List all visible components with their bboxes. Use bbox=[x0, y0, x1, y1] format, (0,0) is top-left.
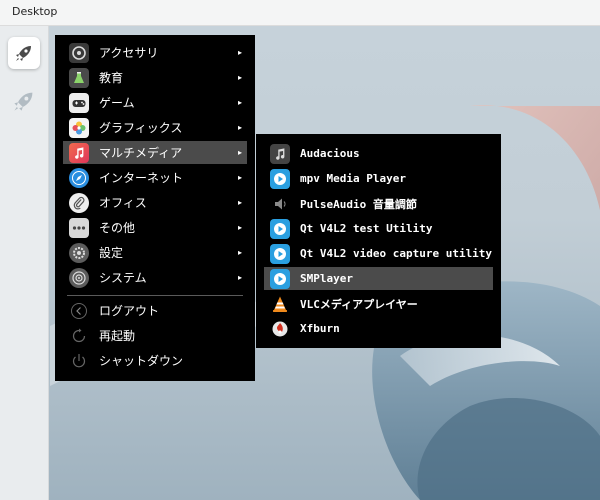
submenu-arrow-icon: ▸ bbox=[237, 148, 242, 157]
submenu-item-label: mpv Media Player bbox=[300, 172, 406, 185]
submenu-arrow-icon: ▸ bbox=[237, 273, 242, 282]
music-icon bbox=[69, 142, 89, 163]
submenu-item-vlc[interactable]: VLCメディアプレイヤー bbox=[264, 292, 493, 315]
submenu-item-label: VLCメディアプレイヤー bbox=[300, 297, 418, 311]
submenu-arrow-icon: ▸ bbox=[237, 98, 242, 107]
rocket-launcher-icon bbox=[16, 46, 31, 61]
accessories-icon bbox=[69, 42, 89, 63]
menu-item-label: マルチメディア bbox=[99, 146, 183, 160]
submenu-item-mpv[interactable]: mpv Media Player bbox=[264, 167, 493, 190]
speaker-icon bbox=[270, 194, 290, 214]
menu-item-multimedia[interactable]: マルチメディア ▸ bbox=[63, 141, 247, 164]
submenu-arrow-icon: ▸ bbox=[237, 73, 242, 82]
submenu-arrow-icon: ▸ bbox=[237, 48, 242, 57]
menu-item-label: システム bbox=[99, 271, 147, 285]
panel-title: Desktop bbox=[12, 5, 58, 18]
more-icon bbox=[69, 217, 89, 238]
play-icon bbox=[270, 268, 290, 289]
menu-item-shutdown[interactable]: シャットダウン bbox=[63, 349, 247, 372]
menu-item-label: 教育 bbox=[99, 71, 124, 85]
menu-item-office[interactable]: オフィス ▸ bbox=[63, 191, 247, 214]
submenu-arrow-icon: ▸ bbox=[237, 173, 242, 182]
compass-icon bbox=[69, 167, 89, 188]
dock-rocket[interactable] bbox=[8, 85, 40, 117]
menu-item-logout[interactable]: ログアウト bbox=[63, 299, 247, 322]
play-icon bbox=[270, 218, 290, 239]
menu-item-label: グラフィックス bbox=[99, 121, 183, 135]
submenu-item-label: Audacious bbox=[300, 147, 360, 160]
submenu-item-qt-v4l2-capture[interactable]: Qt V4L2 video capture utility bbox=[264, 242, 493, 265]
menu-item-games[interactable]: ゲーム ▸ bbox=[63, 91, 247, 114]
system-icon bbox=[69, 267, 89, 288]
top-panel: Desktop bbox=[0, 0, 600, 26]
submenu-arrow-icon: ▸ bbox=[237, 248, 242, 257]
menu-item-graphics[interactable]: グラフィックス ▸ bbox=[63, 116, 247, 139]
vlc-cone-icon bbox=[270, 294, 290, 314]
settings-icon bbox=[69, 242, 89, 263]
menu-item-other[interactable]: その他 ▸ bbox=[63, 216, 247, 239]
power-icon bbox=[69, 351, 89, 371]
menu-item-label: オフィス bbox=[99, 196, 147, 210]
audacious-icon bbox=[270, 143, 290, 164]
rocket-icon bbox=[14, 92, 33, 111]
submenu-item-label: PulseAudio 音量調節 bbox=[300, 197, 417, 211]
dock bbox=[0, 26, 49, 500]
menu-separator bbox=[67, 295, 243, 296]
submenu-item-label: SMPlayer bbox=[300, 272, 353, 285]
submenu-item-label: Qt V4L2 test Utility bbox=[300, 222, 433, 235]
education-icon bbox=[69, 67, 89, 88]
menu-item-accessories[interactable]: アクセサリ ▸ bbox=[63, 41, 247, 64]
menu-item-label: ゲーム bbox=[99, 96, 135, 110]
restart-icon bbox=[69, 326, 89, 346]
submenu-arrow-icon: ▸ bbox=[237, 223, 242, 232]
menu-item-internet[interactable]: インターネット ▸ bbox=[63, 166, 247, 189]
submenu-item-pulseaudio[interactable]: PulseAudio 音量調節 bbox=[264, 192, 493, 215]
dock-rocket-launcher[interactable] bbox=[8, 37, 40, 69]
menu-item-label: その他 bbox=[99, 221, 136, 235]
submenu-item-xfburn[interactable]: Xfburn bbox=[264, 317, 493, 340]
submenu-item-audacious[interactable]: Audacious bbox=[264, 142, 493, 165]
menu-item-label: アクセサリ bbox=[99, 46, 159, 60]
menu-item-label: ログアウト bbox=[99, 304, 160, 318]
xfburn-icon bbox=[270, 319, 290, 339]
menu-item-label: インターネット bbox=[99, 171, 184, 185]
gamepad-icon bbox=[69, 92, 89, 113]
submenu-item-label: Qt V4L2 video capture utility bbox=[300, 247, 493, 260]
play-icon bbox=[270, 243, 290, 264]
menu-item-education[interactable]: 教育 ▸ bbox=[63, 66, 247, 89]
submenu-arrow-icon: ▸ bbox=[237, 198, 242, 207]
menu-item-settings[interactable]: 設定 ▸ bbox=[63, 241, 247, 264]
submenu-item-qt-v4l2-test[interactable]: Qt V4L2 test Utility bbox=[264, 217, 493, 240]
menu-item-label: シャットダウン bbox=[99, 354, 184, 368]
logout-icon bbox=[69, 301, 89, 321]
menu-item-label: 再起動 bbox=[99, 329, 136, 343]
submenu-arrow-icon: ▸ bbox=[237, 123, 242, 132]
applications-menu: アクセサリ ▸ 教育 ▸ ゲーム ▸ グラフィックス ▸ マルチメディア ▸ イ… bbox=[55, 35, 255, 381]
paperclip-icon bbox=[69, 192, 89, 213]
menu-item-label: 設定 bbox=[99, 246, 124, 260]
menu-item-system[interactable]: システム ▸ bbox=[63, 266, 247, 289]
menu-item-restart[interactable]: 再起動 bbox=[63, 324, 247, 347]
play-icon bbox=[270, 168, 290, 189]
submenu-item-label: Xfburn bbox=[300, 322, 340, 335]
multimedia-submenu: Audacious mpv Media Player PulseAudio 音量… bbox=[256, 134, 501, 348]
graphics-icon bbox=[69, 117, 89, 138]
submenu-item-smplayer[interactable]: SMPlayer bbox=[264, 267, 493, 290]
